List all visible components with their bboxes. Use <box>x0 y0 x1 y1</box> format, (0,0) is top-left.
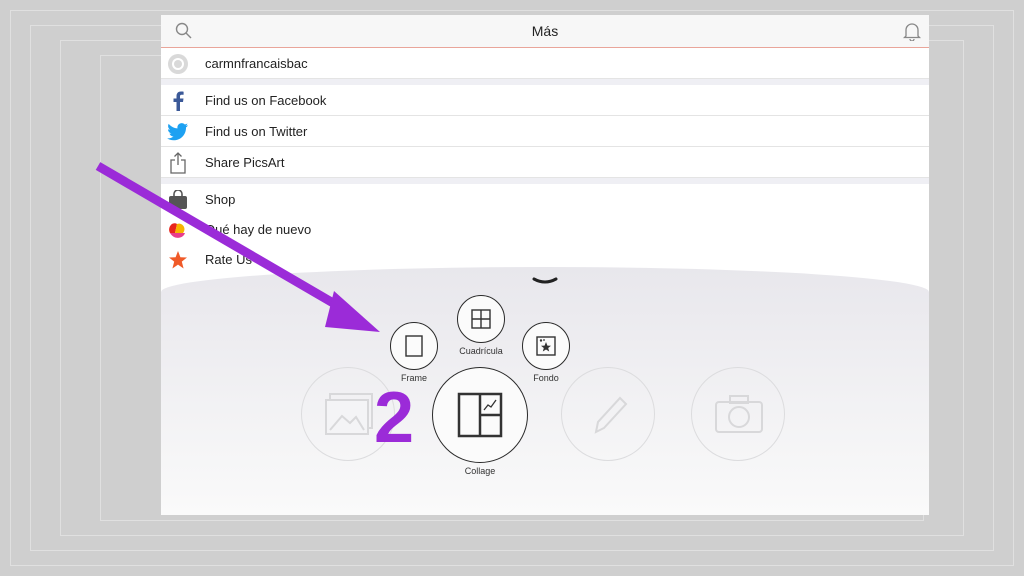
step-number-label: 2 <box>374 378 415 458</box>
annotation-arrow <box>95 162 380 332</box>
